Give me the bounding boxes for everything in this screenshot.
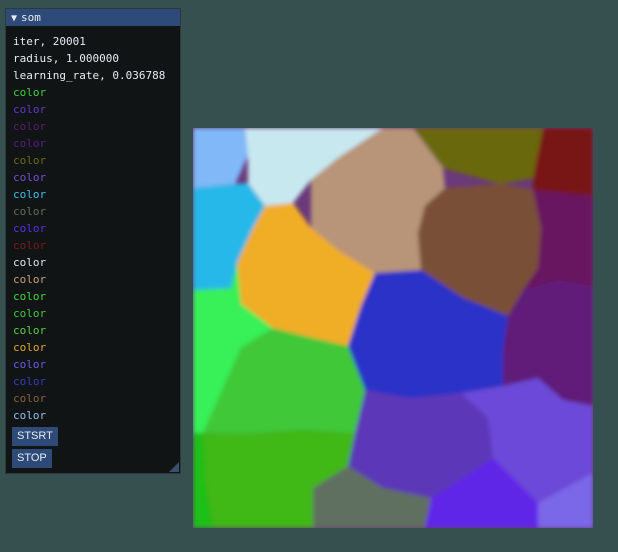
collapse-arrow-icon[interactable]: ▼	[11, 13, 17, 24]
color-label: color	[13, 392, 47, 405]
learning-rate-text: learning_rate, 0.036788	[13, 69, 166, 82]
color-label: color	[13, 86, 47, 99]
som-map-canvas	[193, 128, 593, 528]
start-button[interactable]: STSRT	[12, 427, 58, 446]
color-label: color	[13, 188, 47, 201]
window-title: som	[21, 11, 41, 24]
color-label: color	[13, 358, 47, 371]
color-label: color	[13, 239, 47, 252]
resize-grip-icon[interactable]	[169, 462, 179, 472]
color-label: color	[13, 120, 47, 133]
color-label: color	[13, 409, 47, 422]
color-label: color	[13, 103, 47, 116]
color-label: color	[13, 222, 47, 235]
color-label: color	[13, 256, 47, 269]
radius-text: radius, 1.000000	[13, 52, 119, 65]
color-label: color	[13, 375, 47, 388]
color-label: color	[13, 324, 47, 337]
color-label: color	[13, 290, 47, 303]
som-map	[193, 128, 593, 528]
color-label: color	[13, 205, 47, 218]
iter-text: iter, 20001	[13, 35, 86, 48]
som-cell-dark-red	[533, 128, 593, 196]
color-label: color	[13, 171, 47, 184]
som-window: ▼ som iter, 20001 radius, 1.000000 learni…	[5, 8, 181, 474]
som-cell-light-blue	[193, 128, 248, 188]
color-label: color	[13, 273, 47, 286]
color-label: color	[13, 307, 47, 320]
color-label: color	[13, 137, 47, 150]
color-label: color	[13, 154, 47, 167]
color-label: color	[13, 341, 47, 354]
window-titlebar[interactable]: ▼ som	[6, 9, 180, 26]
stop-button[interactable]: STOP	[12, 449, 52, 468]
